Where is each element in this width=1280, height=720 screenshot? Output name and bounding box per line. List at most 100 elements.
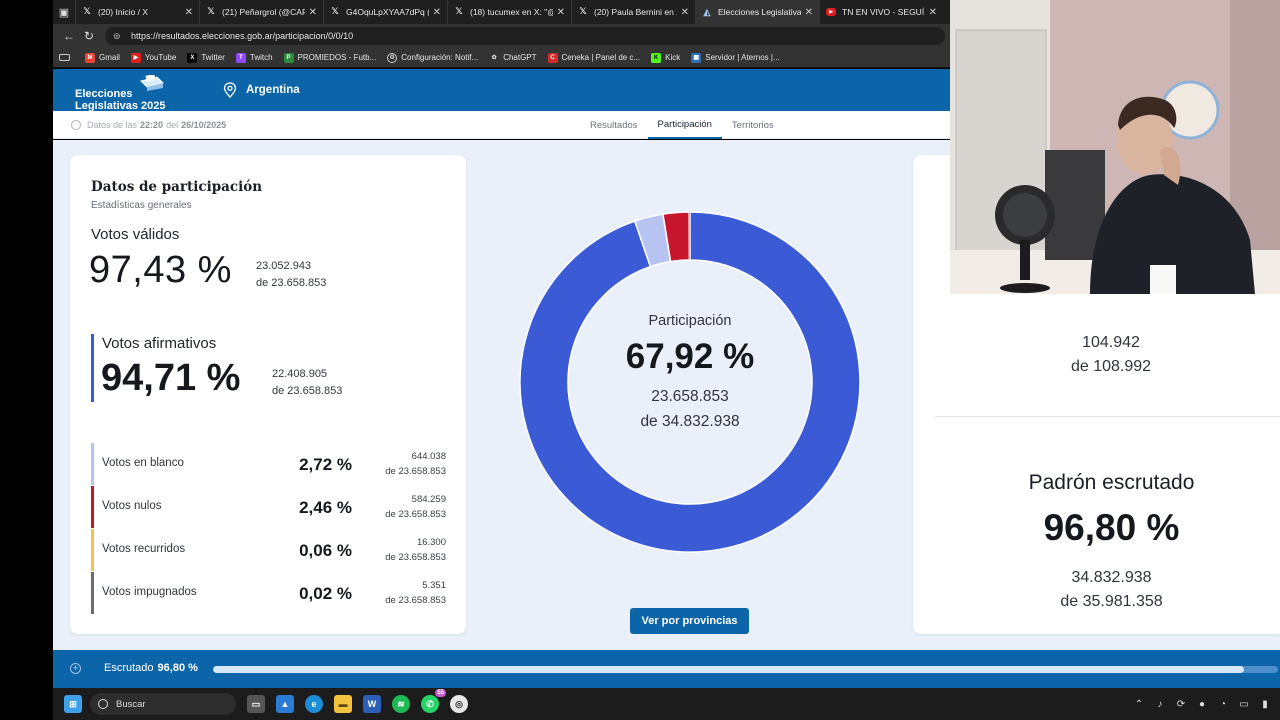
sync-icon[interactable]: ⟳ xyxy=(1174,699,1188,710)
bookmark-twitter[interactable]: X Twitter xyxy=(187,52,225,63)
row-count: 5.351 de 23.658.853 xyxy=(385,578,446,608)
bookmark-promiedos[interactable]: P PROMIEDOS - Futb... xyxy=(283,52,376,63)
ballot-box-icon xyxy=(140,75,164,91)
ver-por-provincias-button[interactable]: Ver por provincias xyxy=(630,608,749,634)
dataset-time: 22:20 xyxy=(140,120,164,130)
bookmark-chatgpt[interactable]: ✿ ChatGPT xyxy=(489,53,537,63)
row-total: de 23.658.853 xyxy=(385,552,446,563)
afirmativos-pct: 94,71 % xyxy=(101,357,241,399)
url-input[interactable]: ⊜ https://resultados.elecciones.gob.ar/p… xyxy=(105,27,945,45)
search-icon xyxy=(98,699,108,709)
dataset-prefix: Datos de las xyxy=(87,120,138,130)
tab-territorios[interactable]: Territorios xyxy=(722,111,784,139)
bookmark-twitch[interactable]: T Twitch xyxy=(235,52,273,63)
task-view-icon[interactable]: ▭ xyxy=(247,695,265,713)
card-title: Datos de participación xyxy=(91,179,263,195)
tab-title: (21) Peñargrol (@CAPA xyxy=(222,7,305,17)
tab-participacion[interactable]: Participación xyxy=(647,111,722,139)
escrutado-footer: + Escrutado 96,80 % xyxy=(53,650,1280,688)
close-tab-icon[interactable]: ✕ xyxy=(185,7,193,18)
edge-icon[interactable]: e xyxy=(305,695,323,713)
expand-icon[interactable]: + xyxy=(70,663,81,674)
list-item: Votos nulos 2,46 % 584.259 de 23.658.853 xyxy=(91,486,446,529)
microphone-icon[interactable]: ● xyxy=(1195,699,1209,710)
photos-icon[interactable]: ▲ xyxy=(276,695,294,713)
browser-tab[interactable]: 𝕏 (18) tucumex en X: "@(✕ xyxy=(447,0,571,24)
escrutado-pct: 96,80 % xyxy=(157,662,198,674)
chevron-up-icon[interactable]: ⌃ xyxy=(1132,699,1146,710)
word-icon[interactable]: W xyxy=(363,695,381,713)
bookmark-ceneka[interactable]: C Ceneka | Panel de c... xyxy=(547,52,640,63)
tab-resultados[interactable]: Resultados xyxy=(580,111,648,139)
bookmark-label: Twitch xyxy=(249,53,273,62)
elecciones-logo[interactable]: Elecciones Legislativas 2025 xyxy=(75,75,185,112)
list-item: Votos recurridos 0,06 % 16.300 de 23.658.… xyxy=(91,529,446,572)
row-total: de 23.658.853 xyxy=(385,509,446,520)
promiedos-icon: P xyxy=(283,52,294,63)
reload-icon[interactable]: ↻ xyxy=(79,29,99,43)
row-number: 16.300 xyxy=(416,537,446,548)
x-icon: 𝕏 xyxy=(331,7,339,17)
afirmativos-count: 22.408.905 de 23.658.853 xyxy=(272,366,342,400)
battery-icon[interactable]: ▮ xyxy=(1258,699,1272,710)
youtube-icon: ▶ xyxy=(826,8,836,16)
elecciones-icon: ◭ xyxy=(703,6,711,17)
close-tab-icon[interactable]: ✕ xyxy=(433,7,441,18)
sub-header: Datos de las 22:20 del 26/10/2025 Result… xyxy=(53,111,950,139)
bookmark-kick[interactable]: K Kick xyxy=(651,52,680,63)
whatsapp-icon[interactable]: ✆ 55 xyxy=(421,689,446,713)
row-label: Votos impugnados xyxy=(102,586,197,598)
list-item: Votos en blanco 2,72 % 644.038 de 23.658.… xyxy=(91,443,446,486)
ceneka-icon: C xyxy=(547,52,558,63)
escrutado-progress-fill xyxy=(213,666,1244,673)
bookmark-label: Gmail xyxy=(99,53,120,62)
row-total: de 23.658.853 xyxy=(385,595,446,606)
browser-tab[interactable]: 𝕏 (20) Inicio / X ✕ xyxy=(75,0,199,24)
afirmativos-color-bar xyxy=(91,334,94,402)
bookmark-item[interactable] xyxy=(59,54,74,61)
row-pct: 2,72 % xyxy=(299,455,352,474)
whatsapp-badge: 55 xyxy=(435,689,446,697)
speaker-icon[interactable]: ♪ xyxy=(1153,699,1167,710)
divider xyxy=(935,416,1280,417)
display-icon[interactable]: ▭ xyxy=(1237,699,1251,710)
browser-tab[interactable]: 𝕏 (20) Paula Bernini en X ✕ xyxy=(571,0,695,24)
clock-icon xyxy=(71,120,81,130)
x-icon: 𝕏 xyxy=(455,7,463,17)
bookmark-youtube[interactable]: ▶ YouTube xyxy=(130,52,176,63)
escrutado-label: Escrutado 96,80 % xyxy=(104,662,198,674)
location-pin-icon xyxy=(223,82,237,98)
browser-tab[interactable]: ▶ TN EN VIVO - SEGUÍ LA ✕ xyxy=(819,0,943,24)
donut-label: Participación xyxy=(648,313,732,329)
country-selector[interactable]: Argentina xyxy=(223,82,300,98)
folder-icon xyxy=(59,54,70,61)
row-number: 5.351 xyxy=(422,580,446,591)
file-explorer-icon[interactable]: ▬ xyxy=(334,695,352,713)
close-tab-icon[interactable]: ✕ xyxy=(805,7,813,18)
close-tab-icon[interactable]: ✕ xyxy=(557,7,565,18)
wifi-icon[interactable]: ◔ xyxy=(1216,699,1230,710)
valid-votes-pct: 97,43 % xyxy=(89,249,232,291)
chrome-icon[interactable]: ◎ xyxy=(450,695,468,713)
bookmark-aternos[interactable]: ▦ Servidor | Aternos |... xyxy=(691,52,780,63)
tab-actions-icon[interactable]: ▣ xyxy=(53,0,75,24)
bookmark-configuracion[interactable]: ⚙ Configuración: Notif... xyxy=(387,52,478,63)
browser-tab-active[interactable]: ◭ Elecciones Legislativas ✕ xyxy=(695,0,819,24)
site-header: Elecciones Legislativas 2025 Argentina xyxy=(53,69,950,112)
close-tab-icon[interactable]: ✕ xyxy=(681,7,689,18)
browser-tab[interactable]: 𝕏 G4OquLpXYAA7dPq (1 ✕ xyxy=(323,0,447,24)
back-icon[interactable]: ← xyxy=(59,29,79,43)
taskbar-search-input[interactable]: Buscar xyxy=(90,693,236,715)
site-info-icon[interactable]: ⊜ xyxy=(113,31,125,42)
row-number: 644.038 xyxy=(411,451,446,462)
bookmark-gmail[interactable]: M Gmail xyxy=(85,52,120,63)
windows-taskbar: ⊞ Buscar ▭ ▲ e ▬ W ≋ ✆ 55 ◎ ⌃ ♪ ⟳ ● ◔ ▭ ▮ xyxy=(53,688,1280,720)
spotify-icon[interactable]: ≋ xyxy=(392,695,410,713)
afirmativos-total: de 23.658.853 xyxy=(272,385,343,397)
windows-start-icon[interactable]: ⊞ xyxy=(64,695,82,713)
escrutado-text: Escrutado xyxy=(104,662,154,674)
padron-number: 34.832.938 xyxy=(1071,569,1152,586)
close-tab-icon[interactable]: ✕ xyxy=(929,7,937,18)
browser-tab[interactable]: 𝕏 (21) Peñargrol (@CAPA ✕ xyxy=(199,0,323,24)
close-tab-icon[interactable]: ✕ xyxy=(309,7,317,18)
